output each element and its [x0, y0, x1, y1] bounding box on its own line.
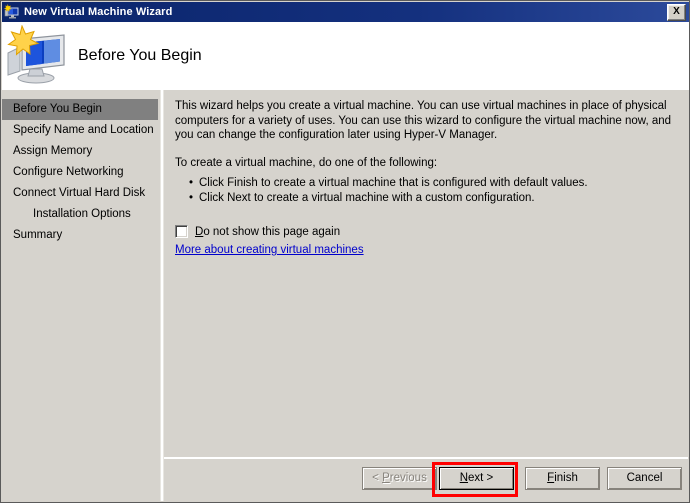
do-not-show-label[interactable]: Do not show this page again [195, 226, 340, 238]
sidebar-item-summary[interactable]: Summary [2, 225, 160, 246]
title-bar: New Virtual Machine Wizard X [2, 2, 689, 22]
list-item: Click Next to create a virtual machine w… [189, 191, 674, 206]
wizard-header: Before You Begin [2, 22, 689, 89]
vm-monitor-icon [3, 3, 20, 20]
btn-prefix: < [372, 472, 383, 484]
content-pane: This wizard helps you create a virtual m… [164, 90, 688, 457]
intro-paragraph: This wizard helps you create a virtual m… [175, 100, 672, 141]
label-rest: o not show this page again [203, 225, 341, 238]
btn-rest: Cancel [626, 472, 663, 484]
btn-rest: revious [389, 472, 427, 484]
sidebar-item-specify-name-and-location[interactable]: Specify Name and Location [2, 120, 160, 141]
sidebar-item-connect-virtual-hard-disk[interactable]: Connect Virtual Hard Disk [2, 183, 160, 204]
list-item: Click Finish to create a virtual machine… [189, 176, 674, 191]
accel-char: P [382, 472, 390, 484]
accel-char: N [459, 472, 469, 484]
sidebar-item-configure-networking[interactable]: Configure Networking [2, 162, 160, 183]
window-title: New Virtual Machine Wizard [24, 6, 173, 18]
more-about-link[interactable]: More about creating virtual machines [175, 244, 364, 256]
wizard-steps-sidebar: Before You Begin Specify Name and Locati… [2, 90, 160, 501]
previous-button[interactable]: < Previous [362, 467, 437, 490]
sidebar-item-before-you-begin[interactable]: Before You Begin [2, 99, 158, 120]
button-bar: < Previous Next > Finish Cancel [164, 459, 688, 501]
instructions-paragraph: To create a virtual machine, do one of t… [175, 156, 438, 169]
sidebar-item-installation-options[interactable]: Installation Options [2, 204, 160, 225]
btn-rest: inish [554, 472, 578, 484]
options-list: Click Finish to create a virtual machine… [175, 176, 674, 206]
vm-monitor-star-icon [4, 23, 70, 87]
do-not-show-row: Do not show this page again [175, 225, 674, 238]
page-title: Before You Begin [78, 46, 202, 64]
wizard-window: New Virtual Machine Wizard X Before You … [0, 0, 690, 503]
btn-suffix: > [483, 472, 494, 484]
sidebar-item-assign-memory[interactable]: Assign Memory [2, 141, 160, 162]
btn-rest: ext [468, 472, 484, 484]
cancel-button[interactable]: Cancel [607, 467, 682, 490]
next-button[interactable]: Next > [439, 467, 514, 490]
close-icon[interactable]: X [667, 3, 686, 21]
do-not-show-checkbox[interactable] [175, 225, 188, 238]
finish-button[interactable]: Finish [525, 467, 600, 490]
